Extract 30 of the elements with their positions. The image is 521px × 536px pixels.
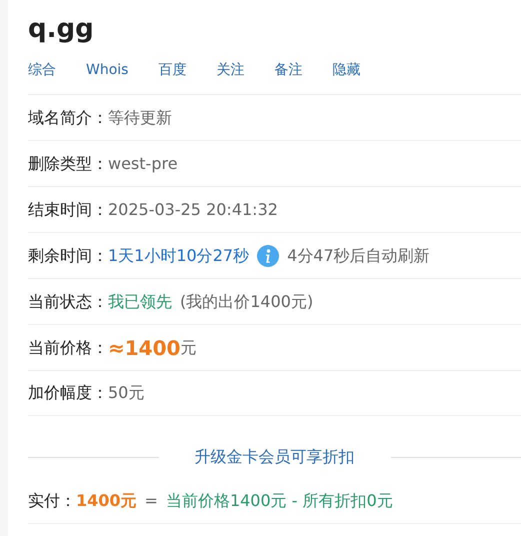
nav-link[interactable]: 综合 — [28, 60, 56, 94]
nav-link[interactable]: 关注 — [216, 60, 244, 94]
nav-link[interactable]: 备注 — [274, 60, 302, 94]
field-label: 加价幅度： — [28, 382, 108, 404]
field-value: 元 — [180, 336, 196, 358]
nav-link[interactable]: Whois — [86, 60, 128, 94]
field-value: 4分47秒后自动刷新 — [287, 244, 430, 266]
field-label: 结束时间： — [28, 198, 108, 220]
price-value: ≈1400 — [108, 334, 180, 362]
nav-link[interactable]: 百度 — [158, 60, 186, 94]
field-label: 剩余时间： — [28, 244, 108, 266]
field-value: = — [144, 490, 158, 512]
field-value: 50元 — [108, 382, 144, 404]
field-label: 删除类型： — [28, 152, 108, 174]
field-value: 我已领先 — [108, 290, 172, 312]
field-value: 2025-03-25 20:41:32 — [108, 198, 278, 220]
field-label: 域名简介： — [28, 106, 108, 128]
price-value: 1400元 — [76, 490, 137, 512]
field-value: (我的出价1400元) — [180, 290, 314, 312]
field-label: 当前状态： — [28, 290, 108, 312]
domain-title: q.gg — [28, 13, 95, 46]
field-value: 当前价格1400元 - 所有折扣0元 — [166, 490, 393, 512]
field-value: 等待更新 — [108, 106, 172, 128]
nav-link[interactable]: 隐藏 — [332, 60, 360, 94]
field-value: 1天1小时10分27秒 — [108, 244, 250, 266]
field-label: 当前价格： — [28, 336, 108, 358]
info-icon[interactable] — [257, 244, 280, 266]
field-value: west-pre — [108, 152, 178, 174]
field-label: 实付： — [28, 490, 76, 512]
upgrade-link[interactable]: 升级金卡会员可享折扣 — [158, 445, 390, 469]
